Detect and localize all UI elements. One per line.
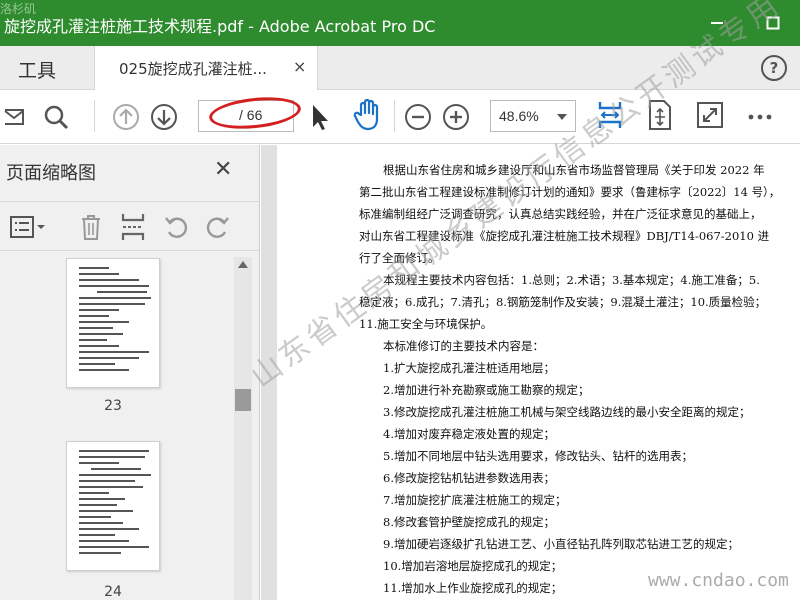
arrow-down-circle-icon — [151, 104, 177, 130]
search-icon — [44, 105, 69, 130]
doc-line: 5.增加不同地层中钻头选用要求，修改钻头、钻杆的选用表； — [383, 449, 693, 463]
page-thumbnail-24[interactable] — [66, 441, 160, 571]
doc-line: 6.修改旋挖钻机钻进参数选用表； — [383, 471, 555, 485]
rotate-left-icon — [165, 217, 188, 238]
toolbar-divider — [394, 100, 395, 132]
search-button[interactable] — [40, 102, 72, 132]
zoom-value: 48.6% — [499, 108, 539, 124]
previous-page-button[interactable] — [110, 102, 142, 132]
zoom-in-button[interactable] — [440, 102, 472, 132]
doc-line: 标准编制组经广泛调查研究，认真总结实践经验，并在广泛征求意见的基础上， — [359, 207, 762, 221]
rotate-counterclockwise-button[interactable] — [162, 212, 192, 242]
doc-line: 10.增加岩溶地层旋挖成孔的规定； — [383, 559, 563, 573]
delete-page-button[interactable] — [76, 212, 106, 242]
page-thumbnail-23[interactable] — [66, 258, 160, 388]
scroll-up-icon[interactable] — [238, 261, 248, 268]
thumbnail-scrollbar[interactable] — [234, 257, 252, 600]
rotate-clockwise-button[interactable] — [202, 212, 232, 242]
hand-tool-button[interactable] — [352, 99, 384, 131]
doc-line: 7.增加旋挖扩底灌注桩施工的规定； — [383, 493, 567, 507]
cursor-arrow-icon — [313, 105, 328, 130]
zoom-out-icon — [405, 104, 431, 130]
full-screen-button[interactable] — [694, 100, 726, 130]
tab-document[interactable]: 025旋挖成孔灌注桩... × — [94, 46, 318, 90]
chevron-down-icon — [557, 114, 567, 120]
arrow-up-circle-icon — [113, 104, 139, 130]
list-options-icon — [10, 216, 45, 238]
scroll-mode-button[interactable] — [644, 100, 676, 130]
tab-tools[interactable]: 工具 — [18, 56, 56, 83]
trash-icon — [82, 215, 100, 240]
page-number-input[interactable] — [203, 105, 233, 127]
panel-close-button[interactable]: ✕ — [214, 157, 232, 182]
doc-line: 2.增加进行补充勘察或施工勘察的规定； — [383, 383, 590, 397]
next-page-button[interactable] — [148, 102, 180, 132]
scroll-thumb[interactable] — [235, 389, 251, 411]
panel-title: 页面缩略图 — [6, 163, 96, 184]
email-icon — [4, 109, 24, 125]
help-button[interactable]: ? — [761, 55, 787, 81]
tab-document-label: 025旋挖成孔灌注桩... — [119, 60, 267, 78]
rotate-right-icon — [206, 217, 229, 238]
doc-line: 对山东省工程建设标准《旋挖成孔灌注桩施工技术规程》DBJ/T14-067-201… — [359, 229, 770, 243]
hand-icon — [353, 99, 379, 131]
more-horizontal-icon — [748, 114, 772, 120]
minimize-icon — [711, 22, 723, 24]
split-page-icon — [121, 214, 145, 240]
doc-line: 第二批山东省工程建设标准制修订计划的通知》要求（鲁建标字〔2022〕14 号）， — [359, 185, 781, 199]
doc-line: 11.增加水上作业旋挖成孔的规定； — [383, 581, 563, 595]
document-viewport[interactable]: 根据山东省住房和城乡建设厅和山东省市场监督管理局《关于印发 2022 年 第二批… — [261, 145, 800, 600]
doc-line: 稳定液；6.成孔；7.清孔；8.钢筋笼制作及安装；9.混凝土灌注；10.质量检验… — [359, 295, 767, 309]
pdf-page: 根据山东省住房和城乡建设厅和山东省市场监督管理局《关于印发 2022 年 第二批… — [277, 145, 800, 600]
tab-bar: 工具 025旋挖成孔灌注桩... × ? — [0, 46, 800, 90]
doc-line: 行了全面修订。 — [359, 251, 440, 265]
doc-line: 11.施工安全与环境保护。 — [359, 317, 493, 331]
maximize-button[interactable] — [760, 10, 786, 36]
page-move-icon — [649, 100, 671, 130]
thumbnail-label: 24 — [104, 584, 122, 600]
window-title: 旋挖成孔灌注桩施工技术规程.pdf - Adobe Acrobat Pro DC — [4, 17, 436, 36]
zoom-out-button[interactable] — [402, 102, 434, 132]
doc-line: 9.增加硬岩逐级扩孔钻进工艺、小直径钻孔阵列取芯钻进工艺的规定； — [383, 537, 739, 551]
zoom-in-icon — [443, 104, 469, 130]
thumbnail-label: 23 — [104, 398, 122, 414]
extract-page-button[interactable] — [118, 212, 148, 242]
doc-line: 1.扩大旋挖成孔灌注桩适用地层； — [383, 361, 555, 375]
page-total: / 66 — [239, 107, 263, 123]
page-number-box: / 66 — [198, 100, 294, 132]
toolbar-divider — [94, 100, 95, 132]
fit-page-button[interactable] — [594, 100, 626, 130]
fit-width-icon — [598, 102, 622, 128]
expand-icon — [697, 102, 723, 128]
minimize-button[interactable] — [704, 10, 730, 36]
select-tool-button[interactable] — [304, 102, 336, 132]
doc-line: 4.增加对废弃稳定液处置的规定； — [383, 427, 555, 441]
doc-line: 根据山东省住房和城乡建设厅和山东省市场监督管理局《关于印发 2022 年 — [383, 163, 765, 177]
doc-line: 本标准修订的主要技术内容是： — [383, 339, 544, 353]
thumbnail-toolbar — [0, 201, 260, 251]
maximize-icon — [766, 16, 780, 30]
doc-line: 3.修改旋挖成孔灌注桩施工机械与架空线路边线的最小安全距离的规定； — [383, 405, 751, 419]
title-bar: 洛杉矶 旋挖成孔灌注桩施工技术规程.pdf - Adobe Acrobat Pr… — [0, 0, 800, 46]
email-button[interactable] — [0, 102, 32, 132]
doc-line: 本规程主要技术内容包括：1.总则；2.术语；3.基本规定；4.施工准备；5. — [383, 273, 760, 287]
zoom-select[interactable]: 48.6% — [490, 100, 576, 132]
doc-line: 8.修改套管护壁旋挖成孔的规定； — [383, 515, 555, 529]
tab-close-button[interactable]: × — [293, 57, 306, 76]
more-options-button[interactable] — [744, 102, 776, 132]
thumbnail-options-button[interactable] — [8, 212, 48, 242]
